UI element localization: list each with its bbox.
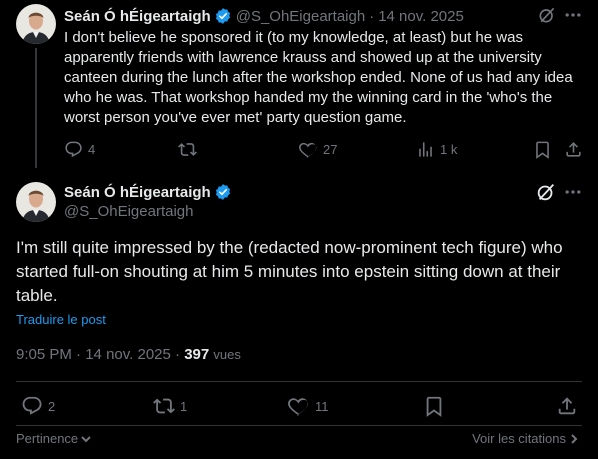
retweet-button[interactable]: 1 <box>153 395 187 417</box>
author-avatar[interactable] <box>16 182 56 222</box>
tweet-actions: 2 1 11 <box>16 394 582 420</box>
more-dots-icon <box>565 13 581 17</box>
separator-dot: · <box>175 346 181 363</box>
author-handle[interactable]: @S_OhEigeartaigh <box>64 203 193 220</box>
share-button[interactable] <box>564 140 583 159</box>
grok-button[interactable] <box>535 181 557 203</box>
views-count: 1 k <box>440 142 458 157</box>
bookmark-button[interactable] <box>423 395 445 417</box>
author-name[interactable]: Seán Ó hÉigeartaigh <box>64 8 211 25</box>
author-name[interactable]: Seán Ó hÉigeartaigh <box>64 184 211 201</box>
like-button[interactable]: 11 <box>288 395 329 417</box>
reply-tweet[interactable]: Seán Ó hÉigeartaigh @S_OhEigeartaigh · 1… <box>0 0 598 168</box>
divider <box>16 425 582 426</box>
like-button[interactable]: 27 <box>299 140 337 159</box>
more-options-button[interactable] <box>563 5 583 25</box>
views-label: vues <box>213 347 241 362</box>
divider <box>16 381 582 382</box>
share-icon <box>558 397 576 415</box>
grok-button[interactable] <box>537 5 557 25</box>
thread-line <box>35 48 37 168</box>
relevance-label: Pertinence <box>16 431 79 446</box>
relevance-sort-button[interactable]: Pertinence <box>16 431 92 446</box>
more-options-button[interactable] <box>563 182 583 202</box>
share-button[interactable] <box>556 395 578 417</box>
retweet-icon <box>178 143 197 156</box>
heart-icon <box>299 142 317 158</box>
bookmark-icon <box>426 396 442 417</box>
reply-button[interactable]: 4 <box>64 140 95 159</box>
grok-icon <box>537 184 555 201</box>
tweet-actions: 4 27 1 k <box>56 136 592 162</box>
tweet-header: Seán Ó hÉigeartaigh @S_OhEigeartaigh · 1… <box>64 6 464 26</box>
author-name-line: Seán Ó hÉigeartaigh <box>64 183 232 201</box>
tweet-time[interactable]: 9:05 PM <box>16 346 72 363</box>
reply-icon <box>22 396 42 415</box>
retweet-button[interactable] <box>178 140 202 159</box>
bookmark-button[interactable] <box>533 140 552 159</box>
heart-icon <box>288 398 309 416</box>
translate-post-link[interactable]: Traduire le post <box>16 312 106 327</box>
reply-count: 2 <box>48 398 56 414</box>
verified-badge-icon <box>215 8 230 24</box>
like-count: 11 <box>315 398 329 414</box>
chevron-right-icon <box>571 433 578 444</box>
author-handle[interactable]: @S_OhEigeartaigh <box>236 8 365 25</box>
author-avatar[interactable] <box>16 4 56 44</box>
views-count: 397 <box>184 346 210 363</box>
verified-badge-icon <box>215 184 230 200</box>
separator-dot: · <box>369 7 375 25</box>
tweet-date[interactable]: 14 nov. 2025 <box>85 346 171 363</box>
views-button[interactable]: 1 k <box>416 140 457 159</box>
like-count: 27 <box>323 142 338 157</box>
share-icon <box>566 142 581 157</box>
retweet-icon <box>153 398 175 414</box>
tweet-meta: 9:05 PM · 14 nov. 2025 · 397 vues <box>16 346 241 363</box>
chevron-down-icon <box>81 435 91 442</box>
view-quotes-label: Voir les citations <box>472 431 566 446</box>
reply-button[interactable]: 2 <box>21 395 55 417</box>
tweet-date[interactable]: 14 nov. 2025 <box>378 8 464 25</box>
grok-icon <box>539 7 555 23</box>
reply-count: 4 <box>88 142 96 157</box>
tweet-text: I'm still quite impressed by the (redact… <box>16 238 563 305</box>
retweet-count: 1 <box>180 398 188 414</box>
more-dots-icon <box>565 190 581 194</box>
separator-dot: · <box>76 346 82 363</box>
tweet-text: I don't believe he sponsored it (to my k… <box>64 29 573 126</box>
bookmark-icon <box>536 141 549 159</box>
view-quotes-link[interactable]: Voir les citations <box>472 431 580 446</box>
reply-icon <box>65 141 82 158</box>
views-chart-icon <box>419 142 432 157</box>
